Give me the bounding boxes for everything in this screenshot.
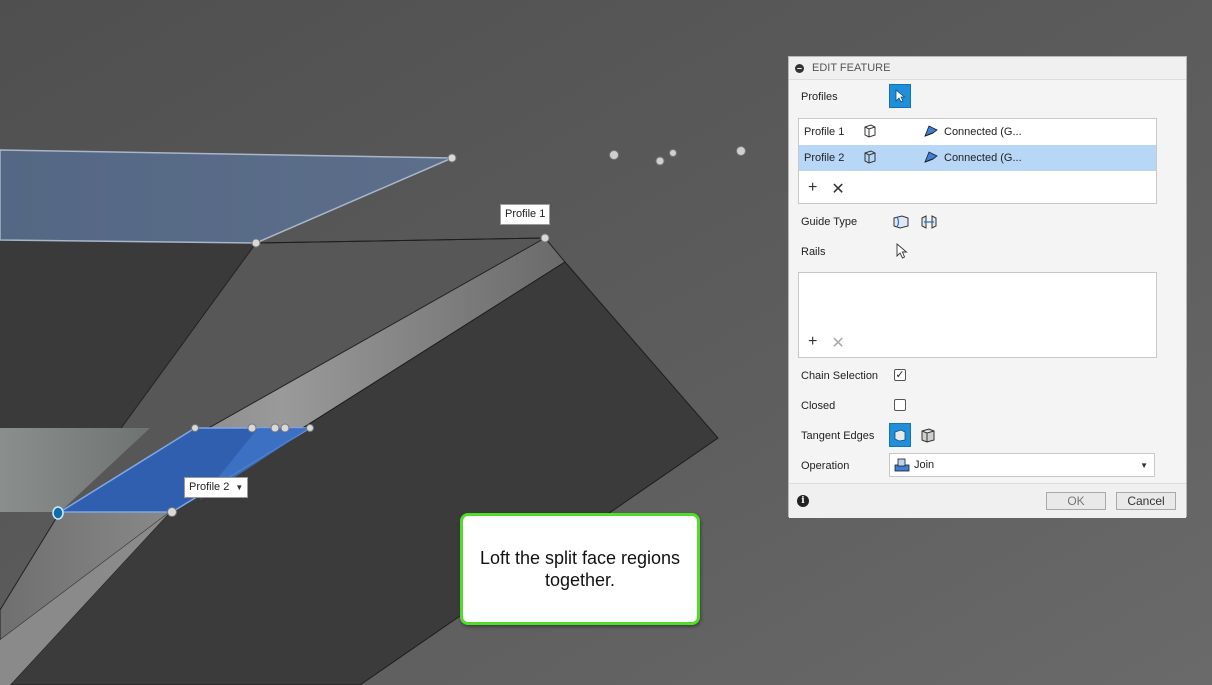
profile-row-name: Profile 1 xyxy=(804,126,845,138)
profiles-select-button[interactable] xyxy=(889,84,911,108)
profiles-label: Profiles xyxy=(801,91,838,103)
profile-icon[interactable] xyxy=(862,124,878,138)
vertex-point[interactable] xyxy=(251,238,261,248)
vertex-point[interactable] xyxy=(247,423,257,433)
connected-icon[interactable] xyxy=(923,124,939,138)
rails-label: Rails xyxy=(801,246,826,258)
callout-text: Loft the split face regions together. xyxy=(479,548,681,590)
profile1-tag[interactable]: Profile 1 xyxy=(500,204,551,225)
tangent-edges-icon[interactable] xyxy=(920,427,936,443)
tangent-edges-label: Tangent Edges xyxy=(801,430,875,442)
vertex-point[interactable] xyxy=(167,507,177,517)
vertex-point[interactable] xyxy=(191,424,199,432)
vertex-point[interactable] xyxy=(447,153,457,163)
dropdown-caret-icon: ▼ xyxy=(1140,460,1148,470)
panel-title: EDIT FEATURE xyxy=(812,62,891,74)
operation-value: Join xyxy=(914,459,935,471)
dropdown-caret-icon[interactable]: ▼ xyxy=(235,481,243,494)
rails-list-tools: + ✕ xyxy=(808,333,845,353)
panel-header[interactable]: – EDIT FEATURE xyxy=(789,57,1186,80)
chain-selection-checkbox[interactable]: ✓ xyxy=(894,369,906,381)
profile2-tag[interactable]: Profile 2 ▼ xyxy=(184,477,249,498)
profile-icon[interactable] xyxy=(862,150,878,164)
closed-checkbox[interactable] xyxy=(894,399,906,411)
vertex-point[interactable] xyxy=(609,150,619,160)
edit-feature-panel: – EDIT FEATURE Profiles Profile 1 Connec… xyxy=(788,56,1187,518)
profile-row-condition: Connected (G... xyxy=(944,126,1022,138)
join-icon xyxy=(894,458,910,472)
add-icon[interactable]: + xyxy=(808,179,817,199)
profiles-list-tools: + ✕ xyxy=(808,179,845,199)
vertex-point[interactable] xyxy=(540,233,550,243)
profile-row-2[interactable]: Profile 2 Connected (G... xyxy=(799,145,1156,171)
tangent-edges-merge-button[interactable] xyxy=(889,423,911,447)
selected-vertex-point[interactable] xyxy=(52,506,64,520)
connected-icon[interactable] xyxy=(923,150,939,164)
cancel-button[interactable]: Cancel xyxy=(1116,492,1176,510)
chain-selection-label: Chain Selection xyxy=(801,370,879,382)
vertex-point[interactable] xyxy=(655,156,665,166)
profiles-list: Profile 1 Connected (G... Profile 2 Conn… xyxy=(798,118,1157,204)
operation-label: Operation xyxy=(801,460,850,472)
info-icon[interactable]: i xyxy=(797,495,809,507)
select-arrow-icon xyxy=(895,89,905,103)
vertex-point[interactable] xyxy=(306,424,314,432)
vertex-point[interactable] xyxy=(280,423,290,433)
tangent-edges-icon xyxy=(894,429,906,442)
instruction-callout: Loft the split face regions together. xyxy=(460,513,700,625)
remove-icon: ✕ xyxy=(831,335,845,352)
vertex-point[interactable] xyxy=(736,146,746,156)
centerline-icon[interactable] xyxy=(920,214,938,230)
remove-icon[interactable]: ✕ xyxy=(831,179,844,199)
ok-button[interactable]: OK xyxy=(1046,492,1106,510)
vertex-point[interactable] xyxy=(669,149,677,157)
rails-list: + ✕ xyxy=(798,272,1157,358)
profile1-tag-label: Profile 1 xyxy=(505,208,546,220)
guide-type-label: Guide Type xyxy=(801,216,858,228)
guide-rail-icon[interactable] xyxy=(892,214,910,230)
profile-row-condition: Connected (G... xyxy=(944,152,1022,164)
vertex-point[interactable] xyxy=(270,423,280,433)
panel-footer: i OK Cancel xyxy=(789,483,1186,518)
profile-row-name: Profile 2 xyxy=(804,152,845,164)
closed-label: Closed xyxy=(801,400,836,412)
collapse-icon[interactable]: – xyxy=(795,63,804,73)
select-arrow-icon[interactable] xyxy=(896,243,908,259)
add-icon[interactable]: + xyxy=(808,333,817,353)
profile2-tag-label: Profile 2 xyxy=(189,481,230,493)
operation-dropdown[interactable]: Join ▼ xyxy=(889,453,1155,477)
profile-row-1[interactable]: Profile 1 Connected (G... xyxy=(799,119,1156,145)
